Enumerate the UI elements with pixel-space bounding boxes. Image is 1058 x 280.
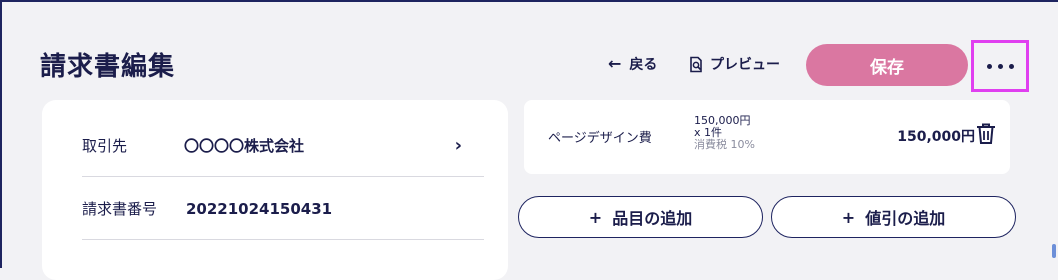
more-options-button[interactable] — [971, 40, 1029, 92]
line-item-name: ページデザイン費 — [548, 131, 652, 146]
back-label: 戻る — [629, 57, 658, 73]
add-item-button[interactable]: + 品目の追加 — [518, 196, 763, 238]
window-left-border — [0, 0, 2, 268]
add-discount-button[interactable]: + 値引の追加 — [771, 196, 1016, 238]
save-button[interactable]: 保存 — [806, 44, 968, 86]
chevron-right-icon: › — [454, 135, 462, 156]
plus-icon: + — [841, 207, 856, 227]
window-top-border — [0, 0, 1058, 2]
trash-icon[interactable] — [975, 122, 997, 146]
invoice-number-value: 20221024150431 — [186, 199, 333, 218]
back-button[interactable]: ← 戻る — [608, 54, 657, 74]
client-value: 〇〇〇〇株式会社 — [184, 137, 305, 155]
add-discount-label: 値引の追加 — [865, 209, 946, 228]
line-item-tax: 消費税 10% — [694, 138, 755, 151]
preview-button[interactable]: プレビュー — [688, 54, 780, 74]
invoice-number-label: 請求書番号 — [82, 200, 158, 218]
line-item-meta: 150,000円 x 1件 消費税 10% — [694, 115, 755, 151]
client-row[interactable]: 取引先 〇〇〇〇株式会社 › — [82, 115, 484, 177]
document-search-icon — [690, 56, 702, 72]
scroll-indicator — [1052, 244, 1056, 258]
plus-icon: + — [588, 207, 603, 227]
invoice-number-row: 請求書番号 20221024150431 — [82, 178, 484, 240]
arrow-left-icon: ← — [608, 54, 622, 73]
invoice-info-card: 取引先 〇〇〇〇株式会社 › 請求書番号 20221024150431 — [42, 100, 508, 280]
more-horizontal-icon — [984, 63, 1017, 69]
preview-label: プレビュー — [710, 57, 780, 73]
line-item-amount: 150,000円 — [897, 129, 975, 145]
page-title: 請求書編集 — [40, 52, 176, 82]
line-item-card[interactable]: ページデザイン費 150,000円 x 1件 消費税 10% 150,000円 — [524, 100, 1010, 174]
add-item-label: 品目の追加 — [612, 209, 693, 228]
client-label: 取引先 — [82, 137, 128, 155]
